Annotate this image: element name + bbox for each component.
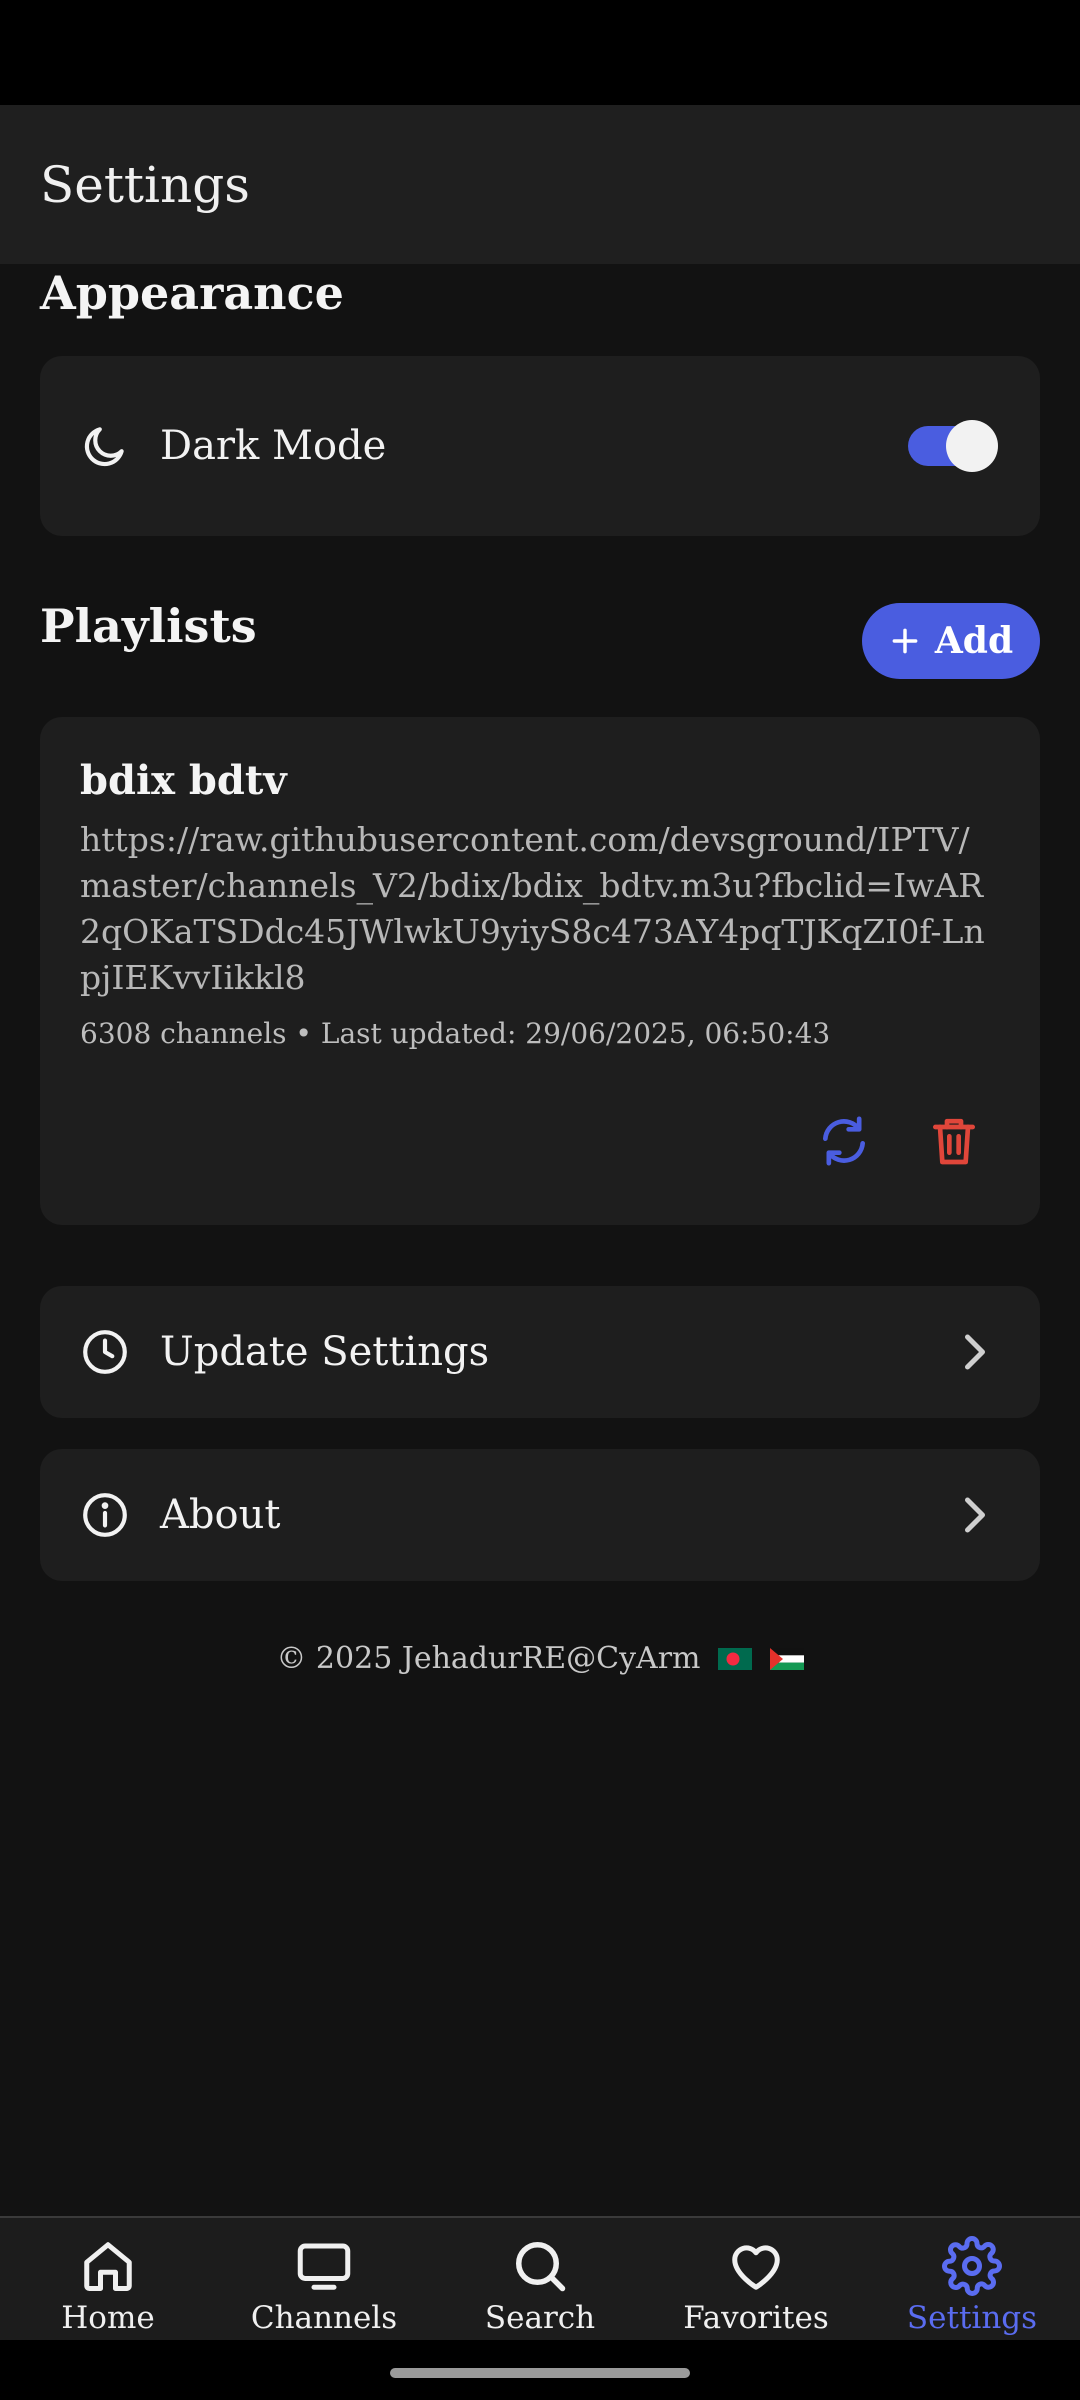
nav-channels[interactable]: Channels: [216, 2218, 432, 2342]
about-row[interactable]: About: [40, 1449, 1040, 1581]
gesture-handle[interactable]: [390, 2368, 690, 2378]
nav-favorites[interactable]: Favorites: [648, 2218, 864, 2342]
info-icon: [83, 1493, 127, 1537]
app-bar: Settings: [0, 105, 1080, 264]
add-button-label: Add: [934, 620, 1014, 662]
update-settings-row[interactable]: Update Settings: [40, 1286, 1040, 1418]
playlist-name: bdix bdtv: [80, 757, 287, 804]
dark-mode-toggle[interactable]: [908, 420, 998, 472]
footer-text: © 2025 JehadurRE@CyArm: [276, 1641, 701, 1676]
toggle-thumb: [946, 420, 998, 472]
clock-icon: [83, 1330, 127, 1374]
status-bar: [0, 0, 1080, 105]
nav-home-label: Home: [61, 2300, 155, 2336]
nav-search[interactable]: Search: [432, 2218, 648, 2342]
about-label: About: [160, 1492, 281, 1538]
search-icon: [516, 2242, 566, 2292]
home-icon: [84, 2242, 132, 2291]
dark-mode-row[interactable]: Dark Mode: [40, 356, 1040, 536]
nav-settings-label: Settings: [906, 2300, 1038, 2336]
chevron-right-icon: [965, 1334, 985, 1370]
nav-channels-label: Channels: [250, 2300, 398, 2336]
heart-icon: [732, 2245, 780, 2290]
page-title: Settings: [40, 155, 250, 214]
bottom-nav: Home Channels Search Favorites Settings: [0, 2216, 1080, 2342]
dark-mode-label: Dark Mode: [160, 423, 387, 469]
trash-icon[interactable]: [926, 1113, 982, 1169]
nav-search-label: Search: [484, 2300, 596, 2336]
tv-icon: [297, 2243, 351, 2290]
gesture-area: [0, 2340, 1080, 2400]
playlist-card: bdix bdtv https://raw.githubusercontent.…: [40, 717, 1040, 1225]
palestine-flag: [769, 1643, 804, 1670]
playlists-section-title: Playlists: [40, 599, 257, 653]
nav-favorites-label: Favorites: [683, 2300, 829, 2336]
moon-icon: [84, 427, 124, 467]
footer: © 2025 JehadurRE@CyArm: [0, 1641, 1080, 1676]
appearance-section-title: Appearance: [40, 266, 344, 320]
nav-settings[interactable]: Settings: [864, 2218, 1080, 2342]
refresh-icon[interactable]: [816, 1113, 872, 1169]
bangladesh-flag: [718, 1643, 753, 1670]
playlist-meta: 6308 channels • Last updated: 29/06/2025…: [80, 1017, 831, 1050]
gear-icon: [942, 2236, 1002, 2296]
update-settings-label: Update Settings: [160, 1329, 490, 1375]
chevron-right-icon: [965, 1497, 985, 1533]
add-playlist-button[interactable]: Add: [862, 603, 1040, 679]
plus-icon: [892, 628, 918, 654]
playlist-url: https://raw.githubusercontent.com/devsgr…: [80, 820, 985, 997]
nav-home[interactable]: Home: [0, 2218, 216, 2342]
